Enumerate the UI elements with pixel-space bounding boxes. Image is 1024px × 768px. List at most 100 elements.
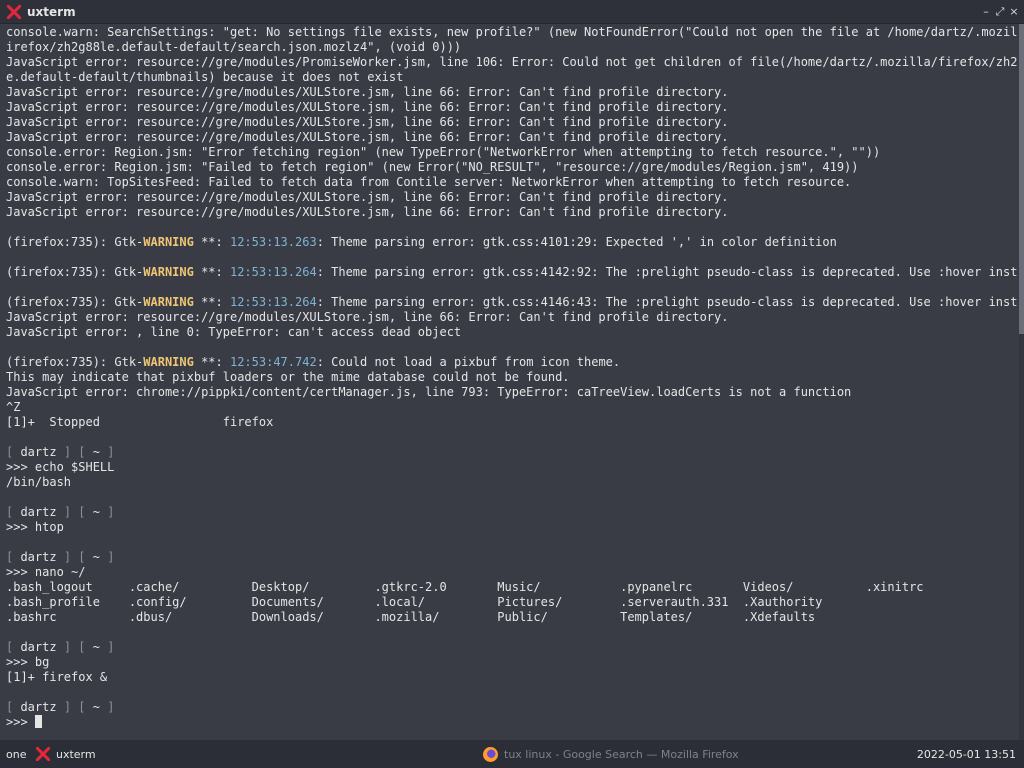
terminal-text: JavaScript error: resource://gre/modules…	[6, 55, 1018, 69]
terminal-text: JavaScript error: resource://gre/modules…	[6, 205, 729, 219]
terminal-text: (firefox:735): Gtk-	[6, 235, 144, 249]
terminal-line: [1]+ firefox &	[6, 670, 1018, 685]
terminal-text: ]	[63, 550, 72, 564]
terminal-line: >>>	[6, 715, 1018, 730]
terminal-line: console.error: Region.jsm: "Failed to fe…	[6, 160, 1018, 175]
window-controls: – ⤢ ×	[980, 4, 1020, 20]
terminal-line: JavaScript error: resource://gre/modules…	[6, 100, 1018, 115]
terminal-text: : Theme parsing error: gtk.css:4142:92: …	[316, 265, 1018, 279]
terminal-text: ]	[107, 445, 115, 459]
taskbar-item-label: tux linux - Google Search — Mozilla Fire…	[504, 748, 739, 761]
terminal-line: [ dartz ] [ ~ ]	[6, 505, 1018, 520]
terminal-text: ~	[85, 640, 108, 654]
terminal-line: /bin/bash	[6, 475, 1018, 490]
terminal-line: (firefox:735): Gtk-WARNING **: 12:53:47.…	[6, 355, 1018, 370]
xterm-icon	[36, 747, 50, 761]
terminal-cursor	[34, 715, 42, 728]
terminal-text: >>> htop	[6, 520, 64, 534]
terminal-text: dartz	[13, 445, 64, 459]
terminal-text: **:	[193, 295, 230, 309]
terminal-line: JavaScript error: resource://gre/modules…	[6, 310, 1018, 325]
terminal-line: JavaScript error: resource://gre/modules…	[6, 190, 1018, 205]
close-button[interactable]: ×	[1008, 4, 1020, 20]
terminal-text: [	[78, 550, 86, 564]
terminal-text: console.error: Region.jsm: "Error fetchi…	[6, 145, 881, 159]
terminal-text: dartz	[13, 640, 64, 654]
terminal-text: JavaScript error: chrome://pippki/conten…	[6, 385, 852, 399]
terminal-text: JavaScript error: , line 0: TypeError: c…	[6, 325, 462, 339]
terminal-line: console.warn: SearchSettings: "get: No s…	[6, 25, 1018, 40]
terminal-area[interactable]: console.warn: SearchSettings: "get: No s…	[0, 24, 1024, 740]
terminal-text: JavaScript error: resource://gre/modules…	[6, 100, 729, 114]
terminal-line: (firefox:735): Gtk-WARNING **: 12:53:13.…	[6, 235, 1018, 250]
terminal-text: ]	[63, 505, 72, 519]
terminal-text: [1]+ firefox &	[6, 670, 108, 684]
scrollbar[interactable]	[1019, 24, 1024, 740]
terminal-text: JavaScript error: resource://gre/modules…	[6, 130, 729, 144]
terminal-line: [ dartz ] [ ~ ]	[6, 640, 1018, 655]
taskbar-item-firefox[interactable]: tux linux - Google Search — Mozilla Fire…	[483, 747, 739, 762]
terminal-line: console.error: Region.jsm: "Error fetchi…	[6, 145, 1018, 160]
terminal-text: ]	[63, 700, 72, 714]
workspace-label[interactable]: one	[6, 748, 26, 761]
maximize-button[interactable]: ⤢	[994, 4, 1006, 20]
terminal-text: : Could not load a pixbuf from icon them…	[316, 355, 621, 369]
terminal-text: >>>	[6, 715, 35, 729]
terminal-text: **:	[193, 235, 230, 249]
terminal-output: console.warn: SearchSettings: "get: No s…	[6, 25, 1018, 730]
clock: 2022-05-01 13:51	[916, 748, 1016, 761]
timestamp-text: 12:53:47.742	[229, 355, 317, 369]
terminal-text: JavaScript error: resource://gre/modules…	[6, 190, 729, 204]
terminal-text: dartz	[13, 550, 64, 564]
terminal-line: JavaScript error: , line 0: TypeError: c…	[6, 325, 1018, 340]
taskbar-item-uxterm[interactable]: uxterm	[36, 747, 96, 761]
terminal-line: JavaScript error: resource://gre/modules…	[6, 85, 1018, 100]
terminal-text: console.warn: TopSitesFeed: Failed to fe…	[6, 175, 852, 189]
terminal-text: : Theme parsing error: gtk.css:4146:43: …	[316, 295, 1018, 309]
terminal-text: ]	[107, 550, 115, 564]
terminal-text: ~	[85, 700, 108, 714]
terminal-text: console.warn: SearchSettings: "get: No s…	[6, 25, 1018, 39]
firefox-icon	[483, 747, 498, 762]
terminal-text: >>> nano ~/	[6, 565, 86, 579]
terminal-line: JavaScript error: resource://gre/modules…	[6, 115, 1018, 130]
terminal-text: ]	[107, 700, 115, 714]
scrollbar-thumb[interactable]	[1019, 24, 1024, 334]
terminal-line: [ dartz ] [ ~ ]	[6, 550, 1018, 565]
terminal-text: ]	[63, 445, 72, 459]
terminal-text: (firefox:735): Gtk-	[6, 295, 144, 309]
terminal-text: .bash_logout .cache/ Desktop/ .gtkrc-2.0…	[6, 580, 924, 594]
warning-text: WARNING	[143, 295, 194, 309]
terminal-line: JavaScript error: resource://gre/modules…	[6, 205, 1018, 220]
terminal-text: [	[78, 700, 86, 714]
terminal-line: JavaScript error: resource://gre/modules…	[6, 130, 1018, 145]
minimize-button[interactable]: –	[980, 4, 992, 20]
xterm-logo-icon	[6, 4, 22, 20]
terminal-line: (firefox:735): Gtk-WARNING **: 12:53:13.…	[6, 265, 1018, 280]
terminal-line: .bash_logout .cache/ Desktop/ .gtkrc-2.0…	[6, 580, 1018, 595]
timestamp-text: 12:53:13.264	[229, 295, 317, 309]
terminal-text: (firefox:735): Gtk-	[6, 355, 144, 369]
terminal-text: .bash_profile .config/ Documents/ .local…	[6, 595, 823, 609]
warning-text: WARNING	[143, 355, 194, 369]
terminal-line: >>> nano ~/	[6, 565, 1018, 580]
terminal-text: [	[78, 505, 86, 519]
terminal-text: (firefox:735): Gtk-	[6, 265, 144, 279]
terminal-text: e.default-default/thumbnails) because it…	[6, 70, 404, 84]
terminal-text: console.error: Region.jsm: "Failed to fe…	[6, 160, 859, 174]
terminal-text: **:	[193, 265, 230, 279]
terminal-text: ~	[85, 550, 108, 564]
terminal-line: e.default-default/thumbnails) because it…	[6, 70, 1018, 85]
terminal-line: [ dartz ] [ ~ ]	[6, 700, 1018, 715]
terminal-line: irefox/zh2g88le.default-default/search.j…	[6, 40, 1018, 55]
warning-text: WARNING	[143, 235, 194, 249]
window-titlebar[interactable]: uxterm – ⤢ ×	[0, 0, 1024, 24]
timestamp-text: 12:53:13.264	[229, 265, 317, 279]
